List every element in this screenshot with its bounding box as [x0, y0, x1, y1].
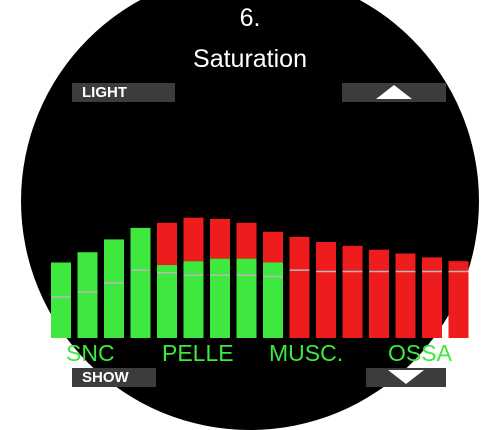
- show-softkey-label: SHOW: [82, 369, 129, 386]
- show-softkey[interactable]: SHOW: [72, 368, 156, 387]
- tissue-label-ossa: OSSA: [388, 340, 452, 366]
- bar-red-segment: [342, 245, 363, 338]
- bar-green-segment: [210, 258, 230, 338]
- bar-green-segment: [157, 265, 177, 338]
- bar-red-segment: [157, 222, 177, 266]
- bar-red-segment: [183, 217, 204, 262]
- bar-red-segment: [316, 242, 336, 338]
- bar-red-segment: [263, 231, 283, 263]
- bar-red-segment: [395, 253, 416, 338]
- bar-green-segment: [77, 252, 98, 338]
- tissue-label-pelle: PELLE: [162, 340, 234, 366]
- down-arrow-icon: [388, 370, 424, 384]
- bar-red-segment: [289, 236, 310, 338]
- bar-green-segment: [104, 239, 124, 338]
- tissue-label-musc: MUSC.: [269, 340, 344, 366]
- bar-red-segment: [236, 222, 257, 259]
- tissue-label-snc: SNC: [66, 340, 115, 366]
- bar-green-segment: [263, 262, 283, 338]
- bar-red-segment: [369, 249, 389, 338]
- bar-red-segment: [448, 261, 469, 338]
- bar-green-segment: [183, 261, 204, 338]
- bar-green-segment: [130, 227, 151, 338]
- bar-red-segment: [422, 257, 442, 338]
- scroll-down-softkey[interactable]: [366, 368, 446, 387]
- bar-green-segment: [51, 262, 71, 338]
- bar-red-segment: [210, 218, 230, 259]
- bar-green-segment: [236, 258, 257, 338]
